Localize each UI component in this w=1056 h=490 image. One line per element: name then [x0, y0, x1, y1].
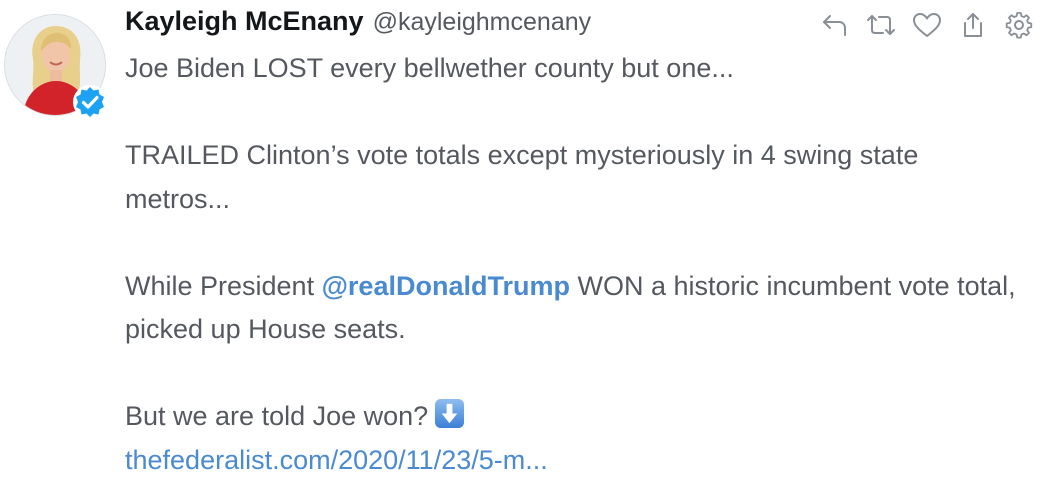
retweet-icon — [867, 15, 895, 35]
tweet-body: Joe Biden LOST every bellwether county b… — [125, 47, 1025, 482]
avatar-container[interactable] — [4, 14, 107, 119]
tweet-header: Kayleigh McEnany @kayleighmcenany — [125, 6, 591, 46]
paragraph-text: But we are told Joe won? — [125, 401, 429, 431]
user-handle[interactable]: @kayleighmcenany — [373, 8, 592, 37]
mention-link[interactable]: @realDonaldTrump — [322, 271, 570, 301]
paragraph-text: While President — [125, 270, 322, 301]
tweet-card: Kayleigh McEnany @kayleighmcenany Joe Bi… — [0, 0, 1056, 490]
tweet-paragraph: While President @realDonaldTrump WON a h… — [125, 265, 1025, 352]
share-button[interactable] — [950, 10, 996, 40]
tweet-paragraph: Joe Biden LOST every bellwether county b… — [125, 53, 734, 83]
share-icon — [964, 13, 982, 37]
display-name[interactable]: Kayleigh McEnany — [125, 6, 364, 37]
reply-button[interactable] — [812, 10, 858, 40]
settings-gear-icon — [1005, 12, 1033, 39]
like-heart-icon — [913, 13, 941, 37]
like-button[interactable] — [904, 10, 950, 40]
tweet-paragraph: TRAILED Clinton’s vote totals except mys… — [125, 140, 919, 214]
settings-button[interactable] — [996, 10, 1042, 40]
reply-icon — [823, 15, 846, 36]
verified-badge-icon — [73, 85, 107, 119]
article-link[interactable]: thefederalist.com/2020/11/23/5-m... — [125, 439, 1025, 483]
down-arrow-emoji-icon — [435, 398, 465, 429]
tweet-paragraph: But we are told Joe won? thefederalist.c… — [125, 395, 1025, 482]
retweet-button[interactable] — [858, 10, 904, 40]
tweet-actions — [812, 10, 1042, 40]
